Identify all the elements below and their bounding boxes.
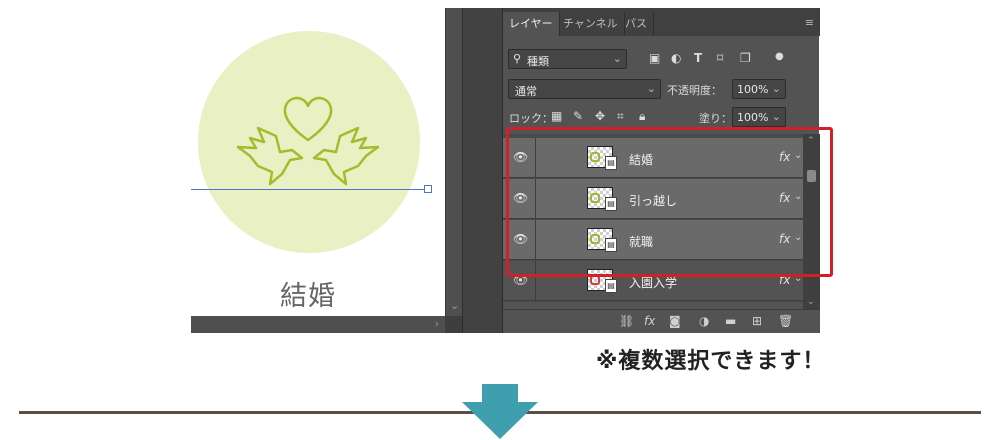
type-filter-icon[interactable]: T bbox=[694, 51, 702, 65]
transform-handle[interactable] bbox=[424, 185, 432, 193]
smart-object-filter-icon[interactable]: ❐ bbox=[740, 51, 751, 65]
chevron-down-icon: ⌄ bbox=[646, 82, 656, 95]
panel-menu-icon[interactable]: ≡ bbox=[805, 16, 814, 29]
right-dove-shape bbox=[312, 126, 380, 186]
fill-label: 塗り： bbox=[699, 112, 732, 125]
doves-heart-motif bbox=[236, 96, 380, 186]
instruction-note: ※複数選択できます！ bbox=[596, 349, 826, 374]
tab-paths[interactable]: パス bbox=[619, 12, 654, 36]
adjustment-filter-icon[interactable]: ◐ bbox=[671, 51, 681, 65]
scroll-corner bbox=[445, 316, 462, 333]
pixel-filter-icon[interactable]: ▣ bbox=[649, 51, 660, 65]
selection-highlight-box bbox=[506, 127, 833, 277]
lock-transparent-icon[interactable]: ▦ bbox=[551, 109, 562, 123]
shape-filter-icon[interactable]: ⌑ bbox=[717, 51, 723, 65]
left-dove-shape bbox=[236, 126, 304, 186]
chevron-down-icon: ⌄ bbox=[771, 82, 781, 95]
lock-position-icon[interactable]: ✥ bbox=[595, 109, 605, 123]
canvas-horizontal-scrollbar[interactable]: › bbox=[191, 316, 445, 333]
lock-artboard-icon[interactable]: ⌗ bbox=[617, 109, 624, 124]
layer-filter-select[interactable]: ⚲ 種類 ⌄ bbox=[508, 49, 627, 69]
mask-icon[interactable]: ◙ bbox=[669, 314, 681, 328]
adjustment-icon[interactable]: ◑ bbox=[699, 314, 709, 328]
heart-shape bbox=[283, 96, 333, 142]
canvas-vertical-scrollbar[interactable]: ⌄ bbox=[445, 8, 462, 316]
search-icon: ⚲ bbox=[513, 52, 522, 65]
blend-mode-select[interactable]: 通常 ⌄ bbox=[508, 79, 661, 99]
new-layer-icon[interactable]: ⊞ bbox=[752, 314, 762, 328]
tab-layers[interactable]: レイヤー bbox=[503, 12, 560, 36]
panel-gutter bbox=[462, 8, 502, 333]
panel-tab-bar: レイヤー チャンネル パス ≡ bbox=[503, 8, 820, 36]
chevron-down-icon[interactable]: ⌄ bbox=[807, 297, 815, 307]
screenshot-stage: 結婚 › ⌄ レイヤー チャンネル パス ≡ ⚲ 種類 ⌄ ▣ ◐ T ⌑ ❐ … bbox=[0, 0, 1000, 440]
chevron-down-icon[interactable]: ⌄ bbox=[450, 299, 459, 312]
folder-icon[interactable]: ▬ bbox=[725, 314, 736, 328]
chevron-right-icon[interactable]: › bbox=[435, 317, 439, 330]
lock-label: ロック： bbox=[509, 112, 553, 125]
chevron-down-icon: ⌄ bbox=[771, 110, 781, 123]
layer-row[interactable] bbox=[503, 302, 803, 309]
canvas-text-label: 結婚 bbox=[280, 281, 336, 312]
down-arrow-icon bbox=[462, 384, 538, 439]
filter-toggle-icon[interactable]: ● bbox=[775, 51, 784, 62]
layers-bottom-toolbar: ⛓︎ fx ◙ ◑ ▬ ⊞ 🗑︎ bbox=[503, 309, 820, 333]
lock-all-icon[interactable]: 🔒︎ bbox=[639, 109, 645, 124]
chevron-down-icon: ⌄ bbox=[612, 52, 622, 65]
opacity-label: 不透明度： bbox=[667, 84, 722, 97]
lock-paint-icon[interactable]: ✎ bbox=[573, 109, 583, 123]
link-icon[interactable]: ⛓︎ bbox=[619, 314, 634, 328]
fill-input[interactable]: 100% ⌄ bbox=[732, 107, 786, 127]
trash-icon[interactable]: 🗑︎ bbox=[778, 314, 793, 328]
fx-icon[interactable]: fx bbox=[644, 314, 655, 328]
opacity-input[interactable]: 100% ⌄ bbox=[732, 79, 786, 99]
guide-line[interactable] bbox=[191, 189, 431, 190]
tab-channels[interactable]: チャンネル bbox=[557, 12, 625, 36]
smart-object-badge-icon: ▤ bbox=[605, 279, 617, 293]
